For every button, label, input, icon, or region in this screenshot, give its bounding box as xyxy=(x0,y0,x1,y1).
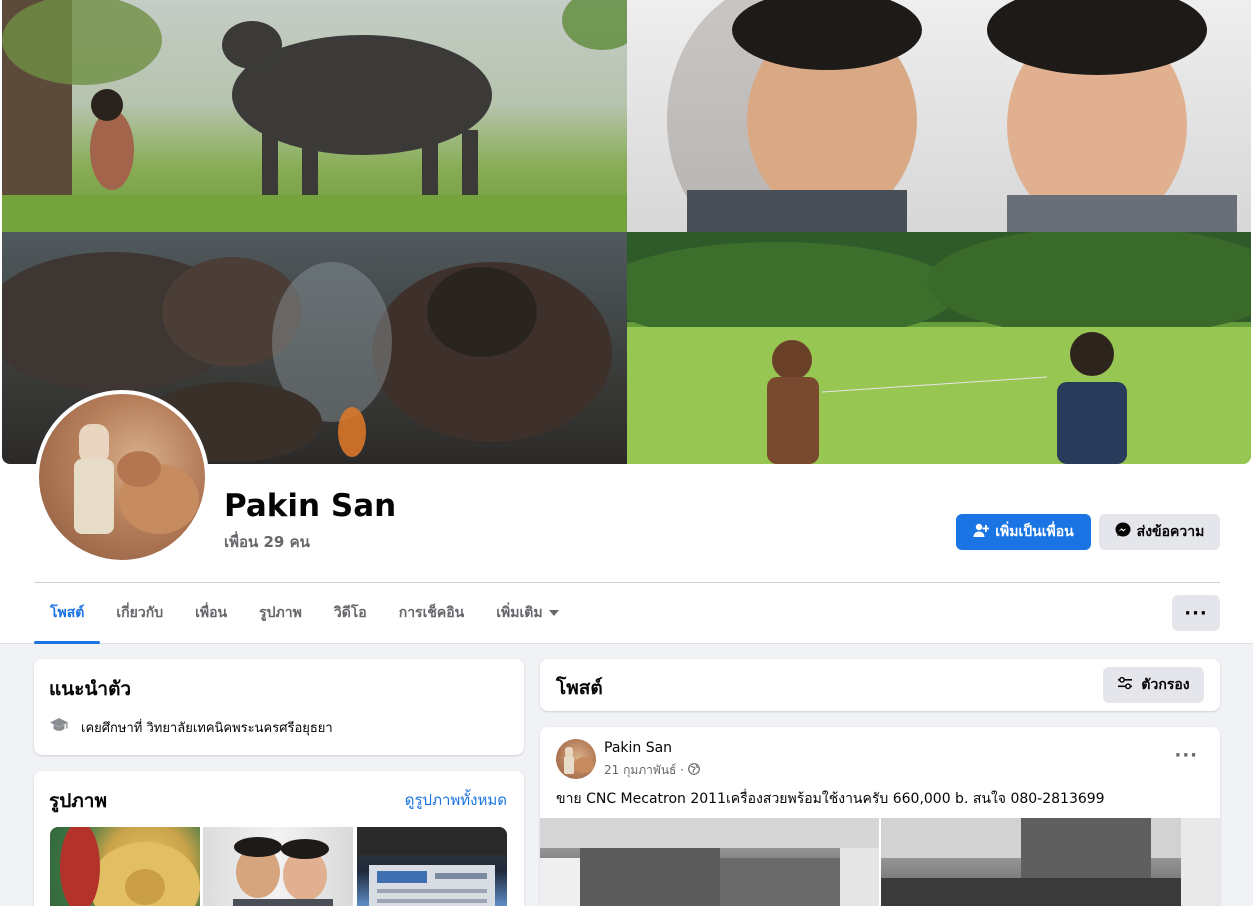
intro-title: แนะนำตัว xyxy=(49,678,132,700)
post-author-name[interactable]: Pakin San xyxy=(604,740,672,756)
tab-checkins[interactable]: การเช็คอิน xyxy=(383,584,481,642)
post-card: Pakin San 21 กุมภาพันธ์ · ··· ขาย CNC Me… xyxy=(540,727,1220,906)
tab-photos[interactable]: รูปภาพ xyxy=(243,584,318,642)
post-text: ขาย CNC Mecatron 2011เครื่องสวยพร้อมใช้ง… xyxy=(556,791,1105,807)
add-person-icon xyxy=(973,522,990,542)
profile-tabs: โพสต์ เกี่ยวกับ เพื่อน รูปภาพ วิดีโอ การ… xyxy=(34,584,575,644)
tab-videos[interactable]: วิดีโอ xyxy=(318,584,383,642)
messenger-icon xyxy=(1115,522,1131,542)
photos-card: รูปภาพ ดูรูปภาพทั้งหมด xyxy=(34,771,524,906)
cover-tile-boy-and-buffalo xyxy=(2,0,627,232)
posts-title: โพสต์ xyxy=(556,677,603,699)
cover-tile-kids-tin-phone xyxy=(627,232,1251,464)
photos-title: รูปภาพ xyxy=(49,790,107,812)
profile-name: Pakin San xyxy=(224,488,397,524)
post-options-button[interactable]: ··· xyxy=(1174,745,1198,766)
post-image[interactable] xyxy=(881,818,1220,906)
education-text[interactable]: เคยศึกษาที่ วิทยาลัยเทคนิคพระนครศรีอยุธย… xyxy=(81,717,333,738)
tab-more[interactable]: เพิ่มเติม xyxy=(480,584,574,642)
intro-education-row: เคยศึกษาที่ วิทยาลัยเทคนิคพระนครศรีอยุธย… xyxy=(49,715,333,739)
profile-more-button[interactable]: ··· xyxy=(1172,595,1220,631)
add-friend-button[interactable]: เพิ่มเป็นเพื่อน xyxy=(956,514,1091,550)
post-date[interactable]: 21 กุมภาพันธ์ · xyxy=(604,761,684,780)
intro-card: แนะนำตัว เคยศึกษาที่ วิทยาลัยเทคนิคพระนค… xyxy=(34,659,524,755)
filter-button[interactable]: ตัวกรอง xyxy=(1103,667,1204,703)
photo-thumbnail[interactable] xyxy=(357,827,507,906)
graduation-cap-icon xyxy=(49,715,69,739)
send-message-label: ส่งข้อความ xyxy=(1136,524,1205,540)
profile-header: Pakin San เพื่อน 29 คน เพิ่มเป็นเพื่อน ส… xyxy=(0,0,1253,644)
cover-photo[interactable] xyxy=(2,0,1251,464)
send-message-button[interactable]: ส่งข้อความ xyxy=(1099,514,1220,550)
add-friend-label: เพิ่มเป็นเพื่อน xyxy=(995,524,1074,540)
post-image[interactable] xyxy=(540,818,879,906)
posts-header-card: โพสต์ ตัวกรอง xyxy=(540,659,1220,711)
tab-about[interactable]: เกี่ยวกับ xyxy=(100,584,179,642)
tab-posts[interactable]: โพสต์ xyxy=(34,584,101,644)
tab-friends[interactable]: เพื่อน xyxy=(179,584,243,642)
header-divider xyxy=(34,582,1220,583)
tab-more-label: เพิ่มเติม xyxy=(496,605,543,621)
post-meta: 21 กุมภาพันธ์ · xyxy=(604,761,700,780)
globe-icon xyxy=(688,763,700,778)
filter-sliders-icon xyxy=(1117,675,1133,695)
photo-thumbnail[interactable] xyxy=(50,827,200,906)
photo-thumbnail[interactable] xyxy=(203,827,353,906)
filter-label: ตัวกรอง xyxy=(1141,677,1190,693)
caret-down-icon xyxy=(548,610,559,616)
cover-tile-two-men xyxy=(627,0,1251,232)
post-author-avatar[interactable] xyxy=(556,739,596,779)
profile-avatar[interactable] xyxy=(35,390,209,564)
friends-count[interactable]: เพื่อน 29 คน xyxy=(224,530,310,554)
see-all-photos-link[interactable]: ดูรูปภาพทั้งหมด xyxy=(405,788,507,812)
